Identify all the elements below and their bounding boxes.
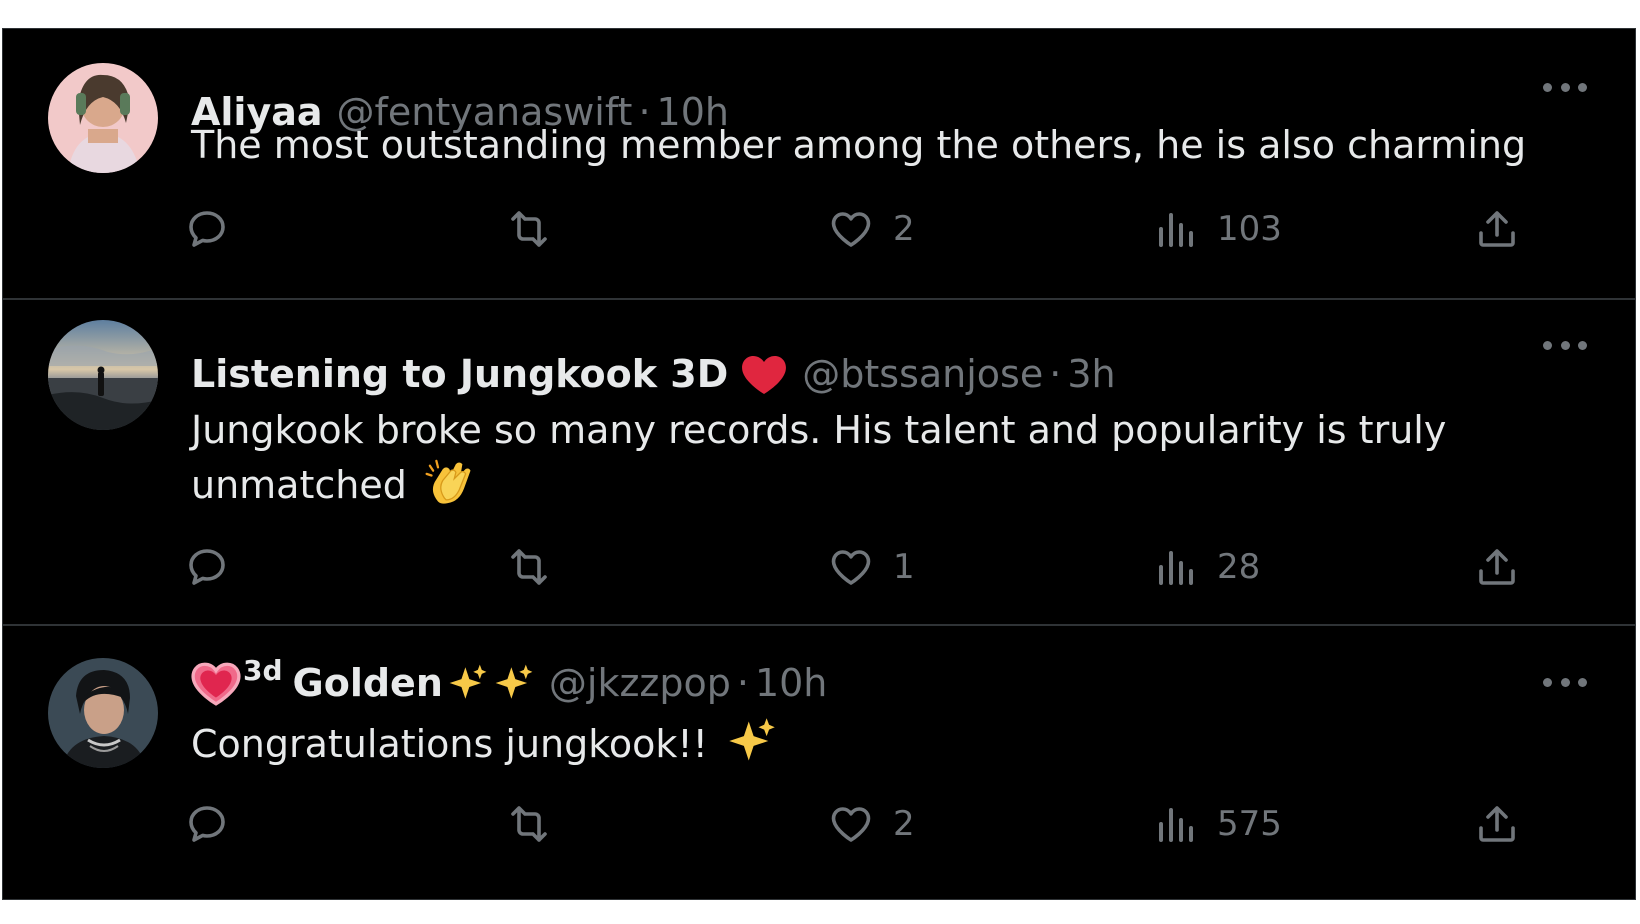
like-count: 2	[893, 804, 915, 844]
clapping-hands-icon	[425, 459, 471, 504]
views-button[interactable]: 28	[1151, 542, 1260, 592]
views-chart-icon	[1159, 551, 1193, 585]
tweet-text-content: Jungkook broke so many records. His tale…	[191, 408, 1447, 507]
more-options-icon[interactable]	[1543, 338, 1587, 352]
retweet-button[interactable]	[505, 542, 553, 592]
views-chart-icon	[1159, 213, 1193, 247]
tweet-text-content: The most outstanding member among the ot…	[191, 123, 1527, 167]
retweet-icon	[511, 211, 547, 247]
reply-icon	[189, 211, 225, 247]
tweet-text-content: Congratulations jungkook!!	[191, 722, 708, 766]
action-bar: 1 28	[3, 542, 1635, 592]
tweet-text: The most outstanding member among the ot…	[191, 119, 1555, 171]
view-count: 575	[1217, 804, 1282, 844]
sparkles-icon	[449, 664, 487, 699]
tweet-list: Aliyaa @fentyanaswift · 10h The most out…	[2, 28, 1636, 900]
views-button[interactable]: 575	[1151, 799, 1282, 849]
like-button[interactable]: 2	[827, 799, 915, 849]
share-icon	[1479, 806, 1515, 842]
reply-button[interactable]	[183, 204, 231, 254]
like-count: 1	[893, 547, 915, 587]
red-heart-icon	[742, 356, 787, 394]
pink-heart-icon	[191, 662, 241, 706]
tweet[interactable]: Listening to Jungkook 3D @btssanjose · 3…	[3, 300, 1635, 626]
display-name[interactable]: Golden	[293, 658, 443, 708]
avatar[interactable]	[48, 320, 158, 430]
timestamp[interactable]: 3h	[1067, 349, 1115, 399]
more-options-icon[interactable]	[1543, 675, 1587, 689]
reply-button[interactable]	[183, 542, 231, 592]
sparkles-icon	[729, 718, 775, 761]
action-bar: 2 103	[3, 204, 1635, 254]
more-options-icon[interactable]	[1543, 80, 1587, 94]
tweet-text: Congratulations jungkook!!	[191, 715, 1555, 770]
like-button[interactable]: 2	[827, 204, 915, 254]
sparkles-icon	[495, 664, 533, 699]
share-button[interactable]	[1473, 542, 1521, 592]
share-button[interactable]	[1473, 799, 1521, 849]
separator: ·	[1049, 352, 1062, 396]
tweet-text: Jungkook broke so many records. His tale…	[191, 404, 1555, 511]
like-count: 2	[893, 209, 915, 249]
retweet-icon	[511, 806, 547, 842]
retweet-icon	[511, 549, 547, 585]
like-button[interactable]: 1	[827, 542, 915, 592]
retweet-button[interactable]	[505, 204, 553, 254]
share-icon	[1479, 549, 1515, 585]
name-superscript: 3d	[243, 654, 283, 687]
share-button[interactable]	[1473, 204, 1521, 254]
user-handle[interactable]: @btssanjose	[802, 349, 1043, 399]
heart-icon	[831, 807, 871, 842]
action-bar: 2 575	[3, 799, 1635, 849]
view-count: 103	[1217, 209, 1282, 249]
tweet[interactable]: 3d Golden @jkzzpop · 10h Congratulations…	[3, 626, 1635, 901]
reply-button[interactable]	[183, 799, 231, 849]
display-name[interactable]: Listening to Jungkook 3D	[191, 349, 728, 399]
tweet-header: 3d Golden @jkzzpop · 10h	[191, 654, 827, 708]
tweet[interactable]: Aliyaa @fentyanaswift · 10h The most out…	[3, 29, 1635, 300]
avatar[interactable]	[48, 658, 158, 768]
avatar[interactable]	[48, 63, 158, 173]
tweet-header: Listening to Jungkook 3D @btssanjose · 3…	[191, 349, 1116, 399]
retweet-button[interactable]	[505, 799, 553, 849]
timestamp[interactable]: 10h	[755, 658, 827, 708]
separator: ·	[736, 661, 749, 705]
share-icon	[1479, 211, 1515, 247]
user-handle[interactable]: @jkzzpop	[549, 658, 731, 708]
reply-icon	[189, 806, 225, 842]
views-chart-icon	[1159, 808, 1193, 842]
reply-icon	[189, 549, 225, 585]
heart-icon	[831, 212, 871, 247]
views-button[interactable]: 103	[1151, 204, 1282, 254]
view-count: 28	[1217, 547, 1261, 587]
heart-icon	[831, 550, 871, 585]
